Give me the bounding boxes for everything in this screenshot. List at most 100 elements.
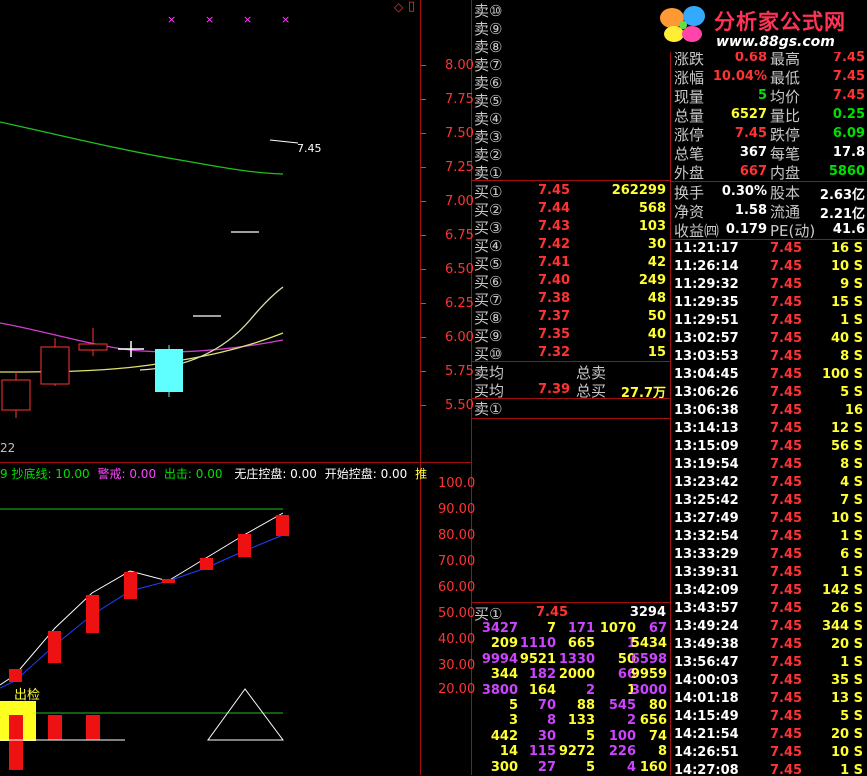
quote-value: 7.45 [832,50,865,65]
queue-cell: 160 [639,759,667,775]
queue-cell: 9994 [481,651,518,667]
averages-block: 卖均 总卖 买均 7.39 总买 27.7万 [474,362,670,401]
tick-price: 7.45 [770,601,803,616]
indicator-bar [86,595,99,633]
tick-volume: 20 S [831,637,863,652]
marker-x: × [167,13,176,26]
quote-row: 涨停 7.45 跌停 6.09 [674,124,867,144]
tick-volume: 26 S [831,601,863,616]
y-tick-label: 5.50 [445,398,474,413]
buy-price: 7.43 [538,219,571,234]
tick-volume: 100 S [821,367,863,382]
y-tick-label: 6.25 [445,296,474,311]
tick-price: 7.45 [770,241,803,256]
queue-cell: 545 [608,698,636,713]
sell-orders: 卖⑩ 卖⑨ 卖⑧ 卖⑦ 卖⑥ 卖⑤ 卖④ 卖③ 卖② 卖① [474,0,670,182]
bottom-label: 22 [0,441,15,455]
tick-time: 13:49:24 [674,619,739,634]
right-border [670,0,671,775]
tick-price: 7.45 [770,745,803,760]
queue-cell: 209 [490,636,518,652]
quote-value: 6.09 [832,126,865,141]
tick-time: 11:29:32 [674,277,739,292]
y-tick-label: 40.00 [438,632,476,647]
tick-price: 7.45 [770,457,803,472]
quote-value: 367 [739,145,767,160]
quote-label: 现量 [674,88,705,106]
quote-row: 外盘 667 内盘 5860 [674,162,867,182]
y-tick-label: 7.75 [445,92,474,107]
buy-volume: 15 [647,345,666,360]
quote-value: 17.8 [832,145,865,160]
indicator-panel[interactable]: 9 抄底线: 10.00 警戒: 0.00 出击: 0.00 无庄控盘: 0.0… [0,463,476,775]
tick-price: 7.45 [770,313,803,328]
price-pointer [269,139,299,144]
tick-row: 13:42:09 7.45 142 S [674,583,865,601]
indicator-bar [124,572,137,599]
queue-cell: 300 [490,759,518,775]
tick-time: 14:26:51 [674,745,739,760]
tick-volume: 7 S [840,493,863,508]
quote-row: 涨幅 10.04% 最低 7.45 [674,67,867,87]
tick-volume: 40 S [831,331,863,346]
buy-volume: 42 [647,255,666,270]
queue-cell: 665 [567,636,595,652]
tick-row: 14:26:51 7.45 10 S [674,745,865,763]
queue-cell: 3000 [630,682,667,698]
marker-x: × [243,13,252,26]
quote-row: 现量 5 均价 7.45 [674,86,867,106]
queue-cell: 88 [576,698,595,713]
stats-label: 净资 [674,203,705,221]
queue-cell: 9959 [630,667,667,683]
quote-label: 每笔 [770,145,801,163]
queue-cell: 8 [657,744,667,760]
quote-row: 总量 6527 量比 0.25 [674,105,867,125]
tick-price: 7.45 [770,475,803,490]
tick-price: 7.45 [770,655,803,670]
y-tick-label: 8.00 [445,58,474,73]
quote-label: 跌停 [770,126,801,144]
quote-value: 667 [739,164,767,179]
price-y-axis: 8.00 7.75 7.50 7.25 7.00 6.75 6.50 6.25 … [445,0,475,462]
queue-volume: 3294 [629,605,666,620]
tick-time: 13:19:54 [674,457,739,472]
buy-avg-value: 7.39 [538,382,571,397]
stats-label: 收益㈣ [674,222,720,240]
tick-row: 14:15:49 7.45 5 S [674,709,865,727]
quote-value: 7.45 [832,69,865,84]
divider [472,418,670,419]
queue-cell: 3427 [481,621,518,636]
candle-bullish [40,346,70,385]
signal-red-bar [48,715,62,740]
tick-list[interactable]: 11:21:17 7.45 16 S 11:26:14 7.45 10 S 11:29:32… [674,241,865,775]
tick-row: 13:02:57 7.45 40 S [674,331,865,349]
tick-row: 13:15:09 7.45 56 S [674,439,865,457]
tick-volume: 15 S [831,295,863,310]
buy-volume: 103 [638,219,666,234]
quote-value: 7.45 [734,126,767,141]
tick-price: 7.45 [770,493,803,508]
quote-label: 涨幅 [674,69,705,87]
queue-cell: 171 [567,621,595,636]
queue-cell: 5434 [630,636,667,652]
tick-volume: 12 S [831,421,863,436]
queue-cell: 74 [648,728,667,744]
stats-value: 1.58 [734,203,767,218]
tick-row: 14:00:03 7.45 35 S [674,673,865,691]
tick-time: 13:25:42 [674,493,739,508]
tick-volume: 1 S [840,313,863,328]
candle-bearish [1,379,31,411]
buy-orders: 买① 7.45 262299 买② 7.44 568 买③ 7.43 103 买④ 7.42 3… [474,181,670,363]
stats-row: 净资 1.58 流通 2.21亿 [674,201,867,222]
queue-cell: 6598 [630,651,667,667]
price-chart-panel[interactable]: ◇ ▯ 8.00 7.75 7.50 7.25 7.00 6.75 6.50 6… [0,0,475,775]
tick-row: 13:25:42 7.45 7 S [674,493,865,511]
queue-row: 9994 9521 1330 50 6598 [472,652,668,668]
queue-row: 3 8 133 2 656 [472,713,668,729]
last-price-label: 7.45 [297,142,322,155]
indicator-blue-line [0,534,284,689]
y-tick-label: 90.00 [438,502,476,517]
stats-row: 换手 0.30% 股本 2.63亿 [674,182,867,203]
tick-volume: 1 S [840,655,863,670]
tick-time: 13:27:49 [674,511,739,526]
